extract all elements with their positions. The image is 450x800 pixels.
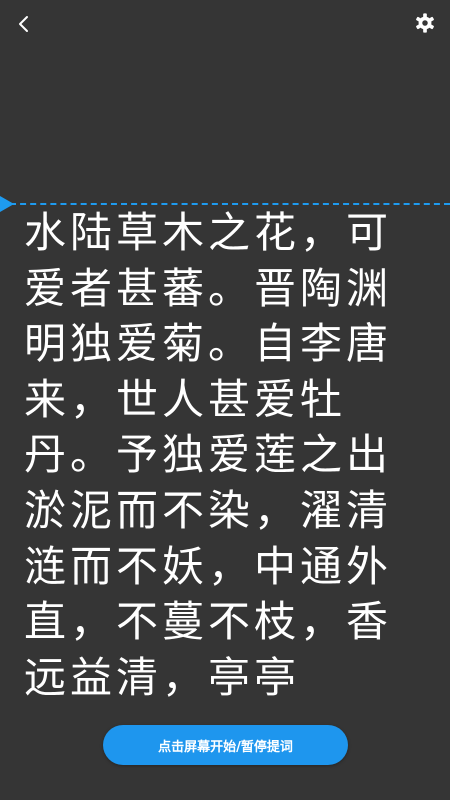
gear-icon [416,13,434,33]
back-button[interactable] [8,8,40,40]
start-pause-button[interactable]: 点击屏幕开始/暂停提词 [103,725,348,765]
settings-button[interactable] [408,6,442,40]
top-bar [0,0,450,48]
teleprompter-script-area[interactable]: 水陆草木之花，可爱者甚蕃。晋陶渊明独爱菊。自李唐来，世人甚爱牡丹。予独爱莲之出淤… [24,205,424,800]
teleprompter-script-text: 水陆草木之花，可爱者甚蕃。晋陶渊明独爱菊。自李唐来，世人甚爱牡丹。予独爱莲之出淤… [24,208,393,702]
chevron-left-icon [19,16,28,32]
